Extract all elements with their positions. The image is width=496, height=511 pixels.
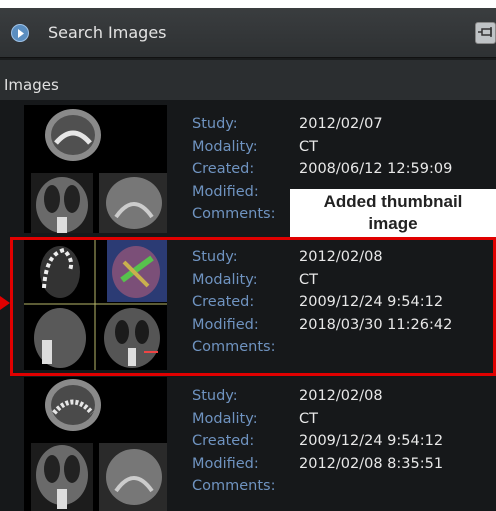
study-value: 2012/02/08 [299,388,383,404]
annotation-callout: Added thumbnail image [290,189,496,237]
comments-label: Comments: [192,206,276,222]
modified-value: 2012/02/08 8:35:51 [299,455,444,472]
modality-label: Modality: [192,410,258,427]
modified-label: Modified: [192,455,259,472]
modified-label: Modified: [192,183,259,200]
highlight-arrow-icon [0,296,10,310]
panel-header: Search Images [0,8,496,58]
study-value: 2012/02/07 [299,116,383,132]
modality-value: CT [299,138,318,155]
study-label: Study: [192,116,238,132]
created-label: Created: [192,161,255,177]
created-value: 2008/06/12 12:59:09 [299,161,453,177]
modality-label: Modality: [192,138,258,155]
expand-icon[interactable] [11,24,29,42]
comments-label: Comments: [192,478,276,494]
study-label: Study: [192,388,238,404]
image-list-item[interactable]: Study: 2012/02/08 Modality: CT Created: … [0,377,496,511]
images-section-header: Images [0,60,496,100]
ct-thumbnail-image [24,105,167,233]
modality-value: CT [299,410,318,427]
pin-icon [478,27,492,37]
ct-thumbnail-image [24,377,167,511]
section-title: Images [4,76,59,94]
created-label: Created: [192,433,255,449]
highlight-box [10,237,496,376]
panel-title: Search Images [48,23,167,42]
pin-button[interactable] [475,22,496,44]
callout-line-2: image [368,214,418,233]
callout-line-1: Added thumbnail [323,192,463,211]
created-value: 2009/12/24 9:54:12 [299,433,444,449]
